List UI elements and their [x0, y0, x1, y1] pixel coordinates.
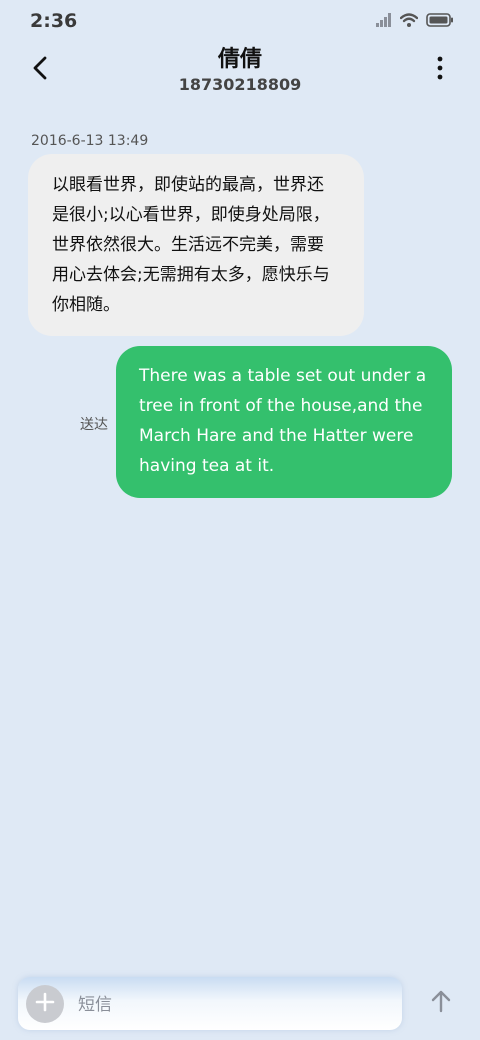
contact-info: 倩倩 18730218809: [0, 46, 480, 95]
status-bar: 2:36: [0, 0, 480, 44]
add-attachment-button[interactable]: [26, 985, 64, 1023]
arrow-up-icon: [430, 989, 452, 1017]
sms-input[interactable]: [76, 985, 390, 1025]
signal-icon: [376, 12, 392, 31]
send-button[interactable]: [424, 986, 458, 1020]
contact-name: 倩倩: [217, 47, 262, 72]
outgoing-message-bubble[interactable]: There was a table set out under a tree i…: [116, 346, 452, 498]
delivery-status: 送达: [80, 417, 108, 433]
more-vertical-icon: [437, 56, 443, 84]
status-time: 2:36: [30, 10, 78, 32]
battery-icon: [426, 12, 454, 31]
message-timestamp: 2016-6-13 13:49: [31, 133, 149, 149]
message-composer: [18, 977, 402, 1030]
conversation-header: 倩倩 18730218809: [0, 44, 480, 104]
more-options-button[interactable]: [422, 52, 458, 88]
contact-number: 18730218809: [178, 75, 302, 94]
incoming-message-bubble[interactable]: 以眼看世界，即使站的最高，世界还是很小;以心看世界，即使身处局限，世界依然很大。…: [28, 154, 364, 336]
status-icons: [376, 12, 454, 31]
wifi-icon: [399, 12, 419, 31]
plus-icon: [35, 992, 55, 1016]
